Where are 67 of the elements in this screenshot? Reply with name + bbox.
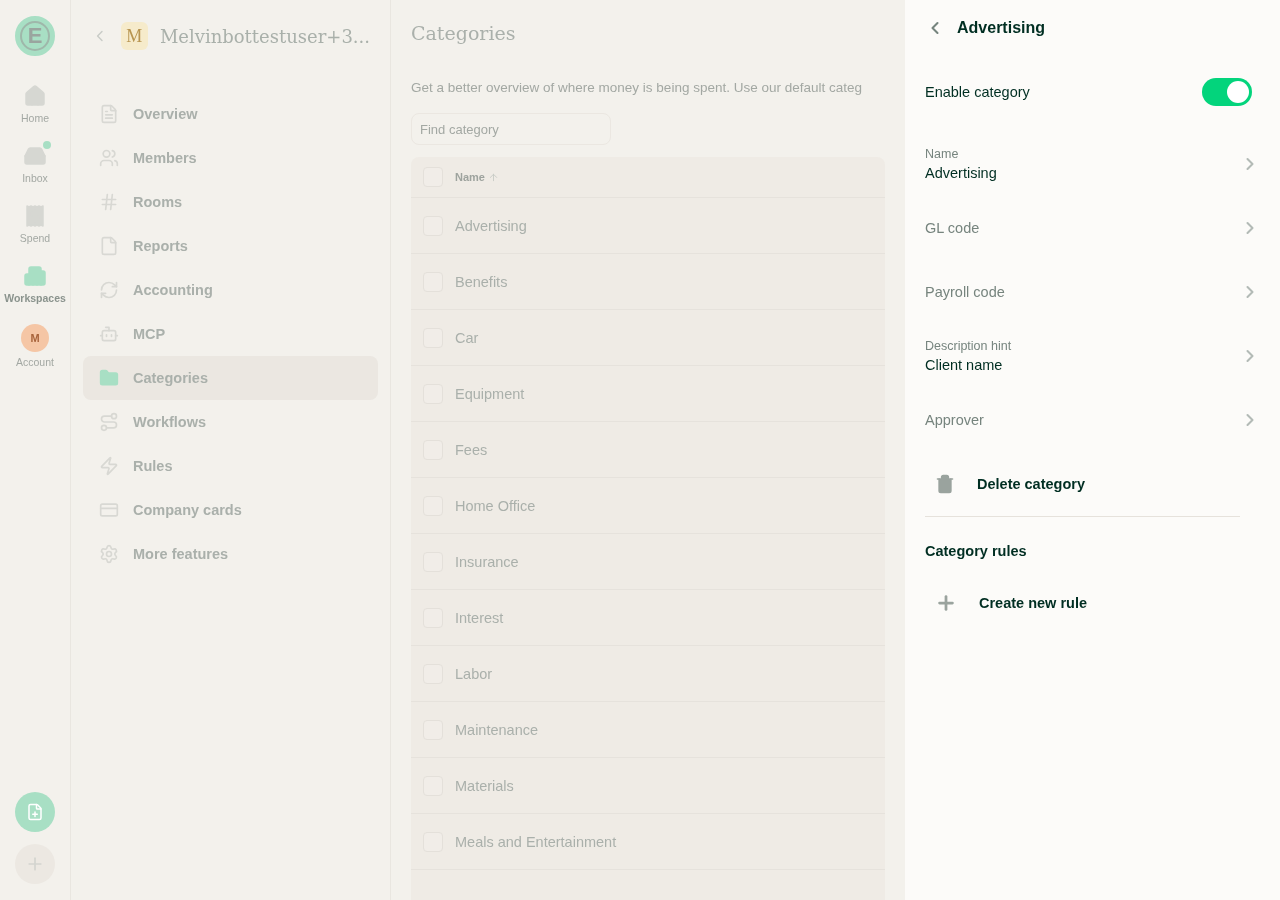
field-label: Name bbox=[925, 147, 960, 161]
robot-icon bbox=[99, 324, 119, 344]
table-cell: Interest bbox=[455, 609, 504, 626]
sort-icon bbox=[487, 171, 499, 183]
trash-icon[interactable] bbox=[935, 474, 955, 494]
lightning-icon bbox=[99, 456, 119, 476]
panel-title: Advertising bbox=[957, 19, 1045, 37]
table-cell: Fees bbox=[455, 441, 488, 458]
nav-label[interactable]: Spend bbox=[19, 232, 51, 244]
nav-label[interactable]: Workspaces bbox=[4, 292, 66, 304]
hash-icon bbox=[99, 192, 119, 212]
document-icon bbox=[99, 104, 119, 124]
create-rule-link[interactable]: Create new rule bbox=[979, 595, 1087, 611]
workspace-avatar: M bbox=[120, 22, 148, 50]
sidebar-item[interactable]: Reports bbox=[83, 224, 378, 268]
page-title: Categories bbox=[411, 22, 517, 44]
field-value[interactable]: Client name bbox=[925, 357, 1012, 373]
table-cell: Home Office bbox=[455, 497, 536, 514]
sidebar-item[interactable]: Members bbox=[83, 136, 378, 180]
table-cell: Insurance bbox=[455, 553, 519, 570]
delete-link[interactable]: Delete category bbox=[977, 476, 1085, 492]
logo[interactable]: E bbox=[15, 16, 55, 56]
page-description: Get a better overview of where money is being spent. Use our default categ bbox=[411, 80, 863, 95]
sidebar-item[interactable]: Categories bbox=[83, 356, 378, 400]
nav-label[interactable]: Home bbox=[21, 112, 49, 124]
field-value[interactable]: Advertising bbox=[925, 165, 997, 181]
table-cell: Meals and Entertainment bbox=[455, 833, 617, 850]
field-label[interactable]: GL code bbox=[925, 220, 980, 236]
plus-icon[interactable] bbox=[935, 592, 957, 614]
nav-label[interactable]: Inbox bbox=[22, 172, 48, 184]
field-label[interactable]: Approver bbox=[925, 412, 984, 428]
sidebar-item[interactable]: Workflows bbox=[83, 400, 378, 444]
new-expense-button[interactable] bbox=[15, 792, 55, 832]
nav-label[interactable]: Account bbox=[16, 356, 54, 368]
table-cell: Car bbox=[455, 329, 479, 346]
building-icon[interactable] bbox=[23, 264, 47, 288]
account-avatar[interactable]: M bbox=[21, 324, 49, 352]
route-icon bbox=[99, 412, 119, 432]
table-cell: Benefits bbox=[455, 273, 508, 290]
table-cell: Labor bbox=[455, 665, 493, 682]
table-cell: Equipment bbox=[455, 385, 525, 402]
sidebar-item[interactable]: MCP bbox=[83, 312, 378, 356]
sidebar-item[interactable]: Rules bbox=[83, 444, 378, 488]
field-label[interactable]: Payroll code bbox=[925, 284, 1005, 300]
file-icon bbox=[99, 236, 119, 256]
sidebar-item[interactable]: More features bbox=[83, 532, 378, 576]
sidebar-item[interactable]: Company cards bbox=[83, 488, 378, 532]
sidebar-item[interactable]: Accounting bbox=[83, 268, 378, 312]
column-header[interactable]: Name bbox=[455, 171, 499, 183]
file-plus-icon bbox=[26, 803, 44, 821]
sidebar-item[interactable]: Overview bbox=[83, 92, 378, 136]
sync-icon bbox=[99, 280, 119, 300]
people-icon bbox=[99, 148, 119, 168]
section-title: Category rules bbox=[925, 543, 1028, 559]
sidebar-item[interactable]: Rooms bbox=[83, 180, 378, 224]
enable-switch[interactable] bbox=[1202, 78, 1252, 106]
workspace-name: Melvinbottestuser+3... bbox=[159, 25, 370, 47]
field-label: Description hint bbox=[925, 339, 1012, 353]
table-cell: Advertising bbox=[455, 217, 527, 234]
folder-icon bbox=[99, 368, 119, 388]
settings-icon bbox=[99, 544, 119, 564]
table-cell: Maintenance bbox=[455, 721, 539, 738]
card-icon bbox=[99, 500, 119, 520]
toggle-label: Enable category bbox=[925, 84, 1030, 100]
search-field[interactable]: Find category bbox=[411, 113, 611, 145]
add-button[interactable] bbox=[15, 844, 55, 884]
table-cell: Materials bbox=[455, 777, 514, 794]
